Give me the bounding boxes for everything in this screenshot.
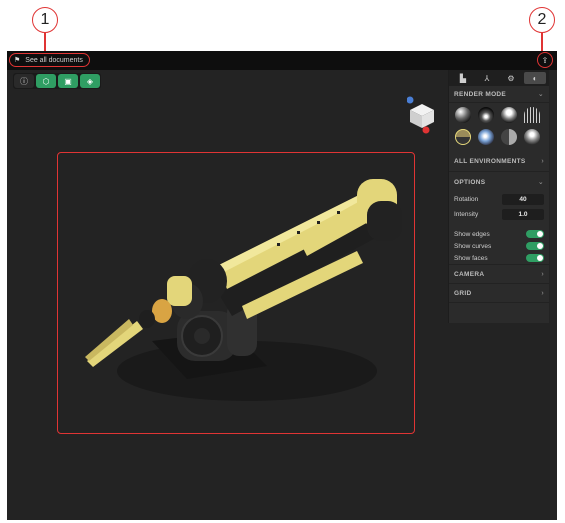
tab-settings[interactable]: ⚙ bbox=[500, 72, 522, 84]
tab-axes[interactable]: ⅄ bbox=[476, 72, 498, 84]
viewer-app: ⚑ See all documents ⇪ ⓘ ⬡ ▣ ◈ ▙ ⅄ ⚙ ◐ RE… bbox=[7, 51, 557, 520]
model-icon: ⬡ bbox=[42, 76, 50, 86]
chevron-right-icon: › bbox=[541, 157, 544, 165]
render-swatch-6[interactable] bbox=[478, 129, 494, 145]
render-swatch-1[interactable] bbox=[455, 107, 471, 123]
options-title: OPTIONS bbox=[454, 178, 486, 186]
show-faces-label: Show faces bbox=[454, 254, 488, 262]
see-all-documents-label: See all documents bbox=[25, 56, 83, 64]
show-faces-toggle[interactable] bbox=[526, 254, 544, 262]
view-toolbar: ⓘ ⬡ ▣ ◈ bbox=[13, 73, 101, 89]
render-mode-title: RENDER MODE bbox=[454, 90, 507, 98]
top-bar: ⚑ See all documents ⇪ bbox=[7, 51, 557, 70]
cube-icon: ◈ bbox=[86, 76, 94, 86]
render-swatch-4[interactable] bbox=[524, 107, 540, 123]
render-mode-swatches bbox=[449, 103, 549, 151]
render-swatch-7[interactable] bbox=[501, 129, 517, 145]
chevron-down-icon: ⌄ bbox=[537, 179, 544, 186]
info-icon: ⓘ bbox=[20, 76, 28, 86]
settings-icon: ⚙ bbox=[507, 73, 515, 83]
chevron-right-icon: › bbox=[541, 270, 544, 278]
render-mode-header[interactable]: RENDER MODE ⌄ bbox=[449, 86, 549, 103]
rotation-label: Rotation bbox=[454, 196, 479, 203]
intensity-row: Intensity 1.0 bbox=[449, 207, 549, 222]
show-edges-label: Show edges bbox=[454, 230, 490, 238]
show-curves-label: Show curves bbox=[454, 242, 492, 250]
camera-header[interactable]: CAMERA › bbox=[449, 265, 549, 284]
show-faces-row: Show faces bbox=[449, 252, 549, 265]
camera-title: CAMERA bbox=[454, 270, 485, 278]
grid-header[interactable]: GRID › bbox=[449, 284, 549, 303]
render-settings-panel: ▙ ⅄ ⚙ ◐ RENDER MODE ⌄ ALL ENVIRONMENTS ›… bbox=[448, 70, 549, 323]
intensity-label: Intensity bbox=[454, 211, 479, 218]
box-icon: ▣ bbox=[64, 76, 72, 86]
chevron-down-icon: ⌄ bbox=[537, 91, 544, 98]
show-curves-toggle[interactable] bbox=[526, 242, 544, 250]
callout-2: 2 bbox=[529, 7, 555, 33]
share-button[interactable]: ⇪ bbox=[537, 52, 553, 68]
model-view-button[interactable]: ⬡ bbox=[36, 74, 56, 88]
show-edges-toggle[interactable] bbox=[526, 230, 544, 238]
tab-environment[interactable]: ▙ bbox=[452, 72, 474, 84]
render-icon: ◐ bbox=[532, 73, 538, 83]
rotation-value[interactable]: 40 bbox=[502, 194, 544, 205]
render-swatch-5[interactable] bbox=[455, 129, 471, 145]
tab-render[interactable]: ◐ bbox=[524, 72, 546, 84]
callout-1-line bbox=[44, 33, 46, 53]
cube-view-button[interactable]: ◈ bbox=[80, 74, 100, 88]
view-cube[interactable] bbox=[407, 96, 437, 136]
all-environments-header[interactable]: ALL ENVIRONMENTS › bbox=[449, 151, 549, 172]
render-swatch-8[interactable] bbox=[524, 129, 540, 145]
render-swatch-3[interactable] bbox=[501, 107, 517, 123]
info-button[interactable]: ⓘ bbox=[14, 74, 34, 88]
show-edges-row: Show edges bbox=[449, 228, 549, 240]
model-viewport-highlight bbox=[57, 152, 415, 434]
grid-title: GRID bbox=[454, 289, 472, 297]
share-icon: ⇪ bbox=[541, 55, 549, 65]
callout-1: 1 bbox=[32, 7, 58, 33]
flag-icon: ⚑ bbox=[14, 57, 21, 64]
chevron-right-icon: › bbox=[541, 289, 544, 297]
intensity-value[interactable]: 1.0 bbox=[502, 209, 544, 220]
rotation-row: Rotation 40 bbox=[449, 192, 549, 207]
environment-icon: ▙ bbox=[459, 73, 467, 83]
axes-icon: ⅄ bbox=[484, 73, 490, 83]
options-header[interactable]: OPTIONS ⌄ bbox=[449, 172, 549, 192]
callout-2-line bbox=[541, 33, 543, 51]
see-all-documents-link[interactable]: ⚑ See all documents bbox=[9, 53, 90, 67]
panel-tabs: ▙ ⅄ ⚙ ◐ bbox=[449, 70, 549, 86]
show-curves-row: Show curves bbox=[449, 240, 549, 252]
render-swatch-2[interactable] bbox=[478, 107, 494, 123]
box-view-button[interactable]: ▣ bbox=[58, 74, 78, 88]
all-environments-title: ALL ENVIRONMENTS bbox=[454, 157, 526, 165]
